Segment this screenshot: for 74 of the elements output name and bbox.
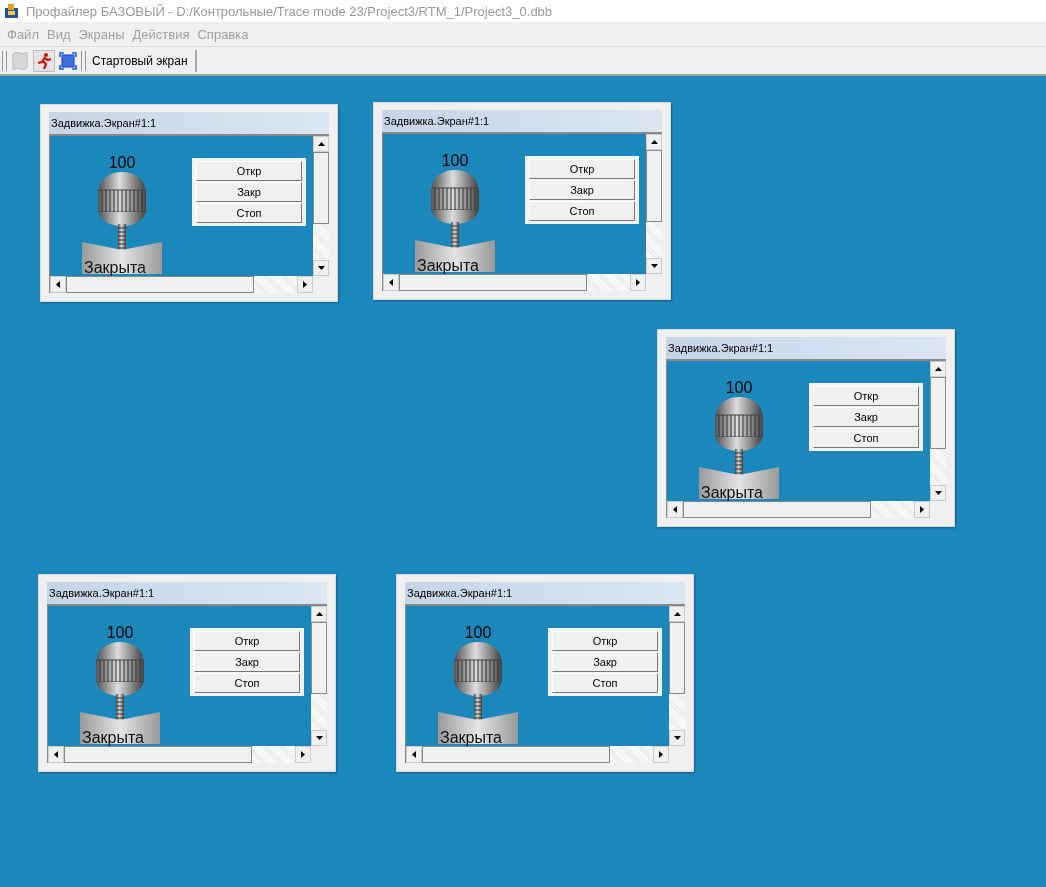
scroll-down-icon[interactable] [315, 736, 323, 740]
horizontal-scrollbar[interactable] [383, 274, 646, 291]
horizontal-scrollbar[interactable] [406, 746, 669, 763]
command-button[interactable]: Стоп [552, 673, 658, 693]
scroll-up-icon[interactable] [315, 612, 323, 616]
vertical-scrollbar[interactable] [669, 606, 685, 746]
scroll-down-icon[interactable] [673, 736, 681, 740]
scroll-up-icon[interactable] [317, 142, 325, 146]
scroll-left-icon[interactable] [412, 751, 416, 758]
scrollbar-thumb[interactable] [66, 276, 254, 293]
scroll-left-icon[interactable] [389, 279, 393, 286]
command-button[interactable]: Стоп [194, 673, 300, 693]
valve-state-label: Закрыта [82, 729, 144, 746]
child-window-title: Задвижка.Экран#1:1 [382, 110, 662, 134]
command-button[interactable]: Закр [194, 652, 300, 672]
window-title: Профайлер БАЗОВЫЙ - D:/Контрольные/Trace mode 23/Project3/RTM_1/Project3_0.dbb [26, 3, 553, 19]
child-window-title: Задвижка.Экран#1:1 [405, 582, 685, 606]
scrollbar-thumb[interactable] [646, 150, 662, 222]
scroll-left-icon[interactable] [673, 506, 677, 513]
value-label: 100 [725, 379, 753, 397]
scroll-up-icon[interactable] [650, 140, 658, 144]
command-button[interactable]: Стоп [529, 201, 635, 221]
command-button[interactable]: Откр [194, 631, 300, 651]
command-button[interactable]: Стоп [196, 203, 302, 223]
value-label: 100 [106, 624, 134, 642]
scroll-down-icon[interactable] [317, 266, 325, 270]
scroll-right-icon[interactable] [659, 751, 663, 758]
command-button[interactable]: Откр [813, 386, 919, 406]
command-button[interactable]: Откр [196, 161, 302, 181]
frame-icon[interactable] [57, 49, 79, 72]
scroll-down-icon[interactable] [934, 491, 942, 495]
command-button[interactable]: Откр [552, 631, 658, 651]
scrollbar-thumb[interactable] [399, 274, 587, 291]
vertical-scrollbar[interactable] [313, 136, 329, 276]
value-label: 100 [108, 154, 136, 172]
scrollbar-thumb[interactable] [683, 501, 871, 518]
valve-state-label: Закрыта [417, 257, 479, 274]
scroll-left-icon[interactable] [56, 281, 60, 288]
scrollbar-thumb[interactable] [930, 377, 946, 449]
running-man-icon[interactable] [33, 49, 55, 72]
command-button[interactable]: Закр [813, 407, 919, 427]
command-button[interactable]: Закр [196, 182, 302, 202]
valve-state-label: Закрыта [84, 259, 146, 276]
horizontal-scrollbar[interactable] [667, 501, 930, 518]
valve-state-label: Закрыта [440, 729, 502, 746]
scroll-right-icon[interactable] [303, 281, 307, 288]
command-button[interactable]: Откр [529, 159, 635, 179]
scroll-right-icon[interactable] [301, 751, 305, 758]
valve-state-label: Закрыта [701, 484, 763, 501]
command-button[interactable]: Закр [529, 180, 635, 200]
scroll-left-icon[interactable] [54, 751, 58, 758]
scroll-up-icon[interactable] [934, 367, 942, 371]
value-label: 100 [441, 152, 469, 170]
scrollbar-thumb[interactable] [313, 152, 329, 224]
scrollbar-thumb[interactable] [669, 622, 685, 694]
scroll-down-icon[interactable] [650, 264, 658, 268]
horizontal-scrollbar[interactable] [48, 746, 311, 763]
app-logo-icon [4, 3, 20, 19]
scroll-up-icon[interactable] [673, 612, 681, 616]
scrollbar-thumb[interactable] [311, 622, 327, 694]
child-window-title: Задвижка.Экран#1:1 [49, 112, 329, 136]
scroll-right-icon[interactable] [920, 506, 924, 513]
command-button[interactable]: Закр [552, 652, 658, 672]
scroll-right-icon[interactable] [636, 279, 640, 286]
child-window-title: Задвижка.Экран#1:1 [666, 337, 946, 361]
command-button[interactable]: Стоп [813, 428, 919, 448]
scrollbar-thumb[interactable] [422, 746, 610, 763]
horizontal-scrollbar[interactable] [50, 276, 313, 293]
vertical-scrollbar[interactable] [646, 134, 662, 274]
vertical-scrollbar[interactable] [930, 361, 946, 501]
child-window-title: Задвижка.Экран#1:1 [47, 582, 327, 606]
value-label: 100 [464, 624, 492, 642]
vertical-scrollbar[interactable] [311, 606, 327, 746]
scrollbar-thumb[interactable] [64, 746, 252, 763]
